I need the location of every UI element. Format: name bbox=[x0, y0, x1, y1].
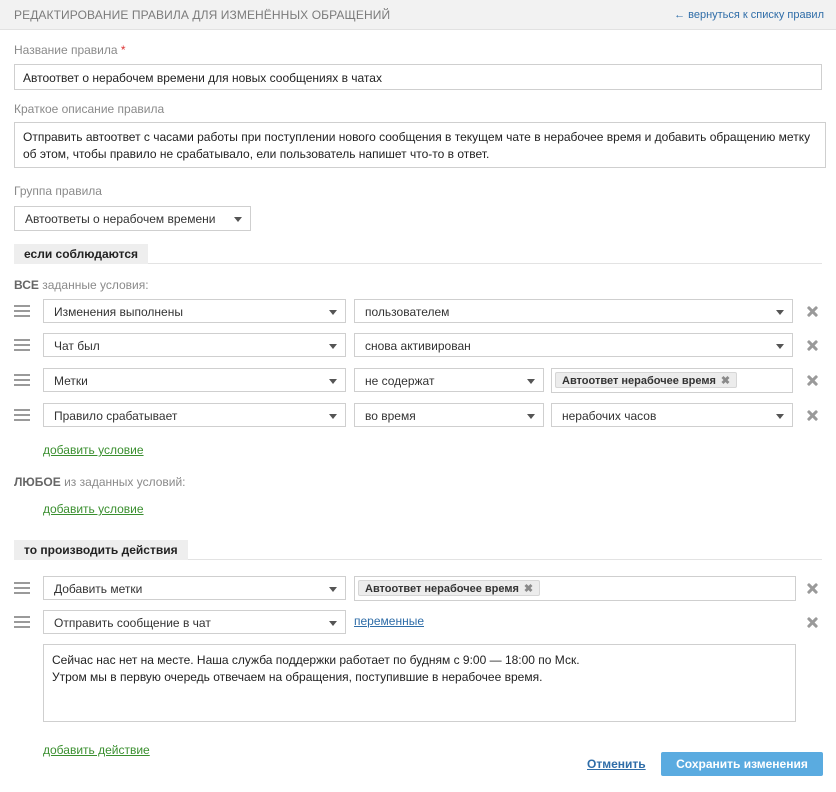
rule-group-label: Группа правила bbox=[14, 184, 102, 198]
chevron-down-icon bbox=[527, 379, 535, 384]
action-tags-input[interactable]: Автоответ нерабочее время ✖ bbox=[354, 576, 796, 601]
any-conditions-label: ЛЮБОЕ из заданных условий: bbox=[14, 475, 186, 489]
conditions-section-header: если соблюдаются bbox=[14, 244, 822, 264]
remove-icon[interactable] bbox=[807, 410, 818, 421]
condition-operator-select[interactable]: снова активирован bbox=[354, 333, 793, 357]
chevron-down-icon bbox=[234, 217, 242, 222]
tag-remove-icon[interactable]: ✖ bbox=[524, 582, 533, 595]
drag-handle-icon[interactable] bbox=[14, 339, 30, 351]
tag-chip: Автоответ нерабочее время ✖ bbox=[555, 372, 738, 388]
remove-icon[interactable] bbox=[807, 375, 818, 386]
rule-description-value: Отправить автоответ с часами работы при … bbox=[23, 130, 811, 161]
chevron-down-icon bbox=[329, 621, 337, 626]
action-type-select[interactable]: Добавить метки bbox=[43, 576, 346, 600]
condition-operator-select[interactable]: не содержат bbox=[354, 368, 544, 392]
chevron-down-icon bbox=[329, 310, 337, 315]
tag-chip: Автоответ нерабочее время ✖ bbox=[358, 580, 541, 596]
drag-handle-icon[interactable] bbox=[14, 374, 30, 386]
chevron-down-icon bbox=[329, 344, 337, 349]
chevron-down-icon bbox=[776, 414, 784, 419]
condition-field-select[interactable]: Изменения выполнены bbox=[43, 299, 346, 323]
rule-name-input[interactable]: Автоответ о нерабочем времени для новых … bbox=[14, 64, 822, 90]
condition-value-select[interactable]: нерабочих часов bbox=[551, 403, 793, 427]
all-conditions-label: ВСЕ заданные условия: bbox=[14, 278, 149, 292]
chevron-down-icon bbox=[776, 344, 784, 349]
rule-group-select[interactable]: Автоответы о нерабочем времени bbox=[14, 206, 251, 231]
chevron-down-icon bbox=[527, 414, 535, 419]
add-action-link[interactable]: добавить действие bbox=[43, 743, 150, 757]
remove-icon[interactable] bbox=[807, 617, 818, 628]
remove-icon[interactable] bbox=[807, 306, 818, 317]
actions-section-title: то производить действия bbox=[14, 540, 188, 560]
drag-handle-icon[interactable] bbox=[14, 305, 30, 317]
rule-description-textarea[interactable]: Отправить автоответ с часами работы при … bbox=[14, 122, 826, 168]
cancel-link[interactable]: Отменить bbox=[587, 757, 646, 771]
rule-name-label: Название правила * bbox=[14, 43, 126, 57]
save-changes-button[interactable]: Сохранить изменения bbox=[661, 752, 823, 776]
condition-tags-input[interactable]: Автоответ нерабочее время ✖ bbox=[551, 368, 793, 393]
drag-handle-icon[interactable] bbox=[14, 616, 30, 628]
condition-field-select[interactable]: Правило срабатывает bbox=[43, 403, 346, 427]
condition-operator-select[interactable]: пользователем bbox=[354, 299, 793, 323]
remove-icon[interactable] bbox=[807, 340, 818, 351]
back-to-rules-link[interactable]: ← вернуться к списку правил bbox=[674, 9, 824, 21]
message-line-2: Утром мы в первую очередь отвечаем на об… bbox=[52, 670, 543, 684]
rule-group-value: Автоответы о нерабочем времени bbox=[25, 212, 216, 226]
chat-message-textarea[interactable]: Сейчас нас нет на месте. Наша служба под… bbox=[43, 644, 796, 722]
add-condition-all-link[interactable]: добавить условие bbox=[43, 443, 144, 457]
chevron-down-icon bbox=[329, 379, 337, 384]
actions-section-header: то производить действия bbox=[14, 540, 822, 560]
chevron-down-icon bbox=[329, 414, 337, 419]
page-header: РЕДАКТИРОВАНИЕ ПРАВИЛА ДЛЯ ИЗМЕНЁННЫХ ОБ… bbox=[0, 0, 836, 30]
message-line-1: Сейчас нас нет на месте. Наша служба под… bbox=[52, 653, 580, 667]
drag-handle-icon[interactable] bbox=[14, 582, 30, 594]
page-title: РЕДАКТИРОВАНИЕ ПРАВИЛА ДЛЯ ИЗМЕНЁННЫХ ОБ… bbox=[14, 8, 391, 22]
chevron-down-icon bbox=[329, 587, 337, 592]
add-condition-any-link[interactable]: добавить условие bbox=[43, 502, 144, 516]
rule-name-value: Автоответ о нерабочем времени для новых … bbox=[23, 71, 382, 85]
required-mark: * bbox=[120, 43, 126, 57]
condition-field-select[interactable]: Чат был bbox=[43, 333, 346, 357]
remove-icon[interactable] bbox=[807, 583, 818, 594]
action-type-select[interactable]: Отправить сообщение в чат bbox=[43, 610, 346, 634]
tag-remove-icon[interactable]: ✖ bbox=[721, 374, 730, 387]
rule-description-label: Краткое описание правила bbox=[14, 102, 165, 116]
chevron-down-icon bbox=[776, 310, 784, 315]
variables-link[interactable]: переменные bbox=[354, 614, 424, 628]
drag-handle-icon[interactable] bbox=[14, 409, 30, 421]
condition-operator-select[interactable]: во время bbox=[354, 403, 544, 427]
condition-field-select[interactable]: Метки bbox=[43, 368, 346, 392]
conditions-section-title: если соблюдаются bbox=[14, 244, 148, 264]
